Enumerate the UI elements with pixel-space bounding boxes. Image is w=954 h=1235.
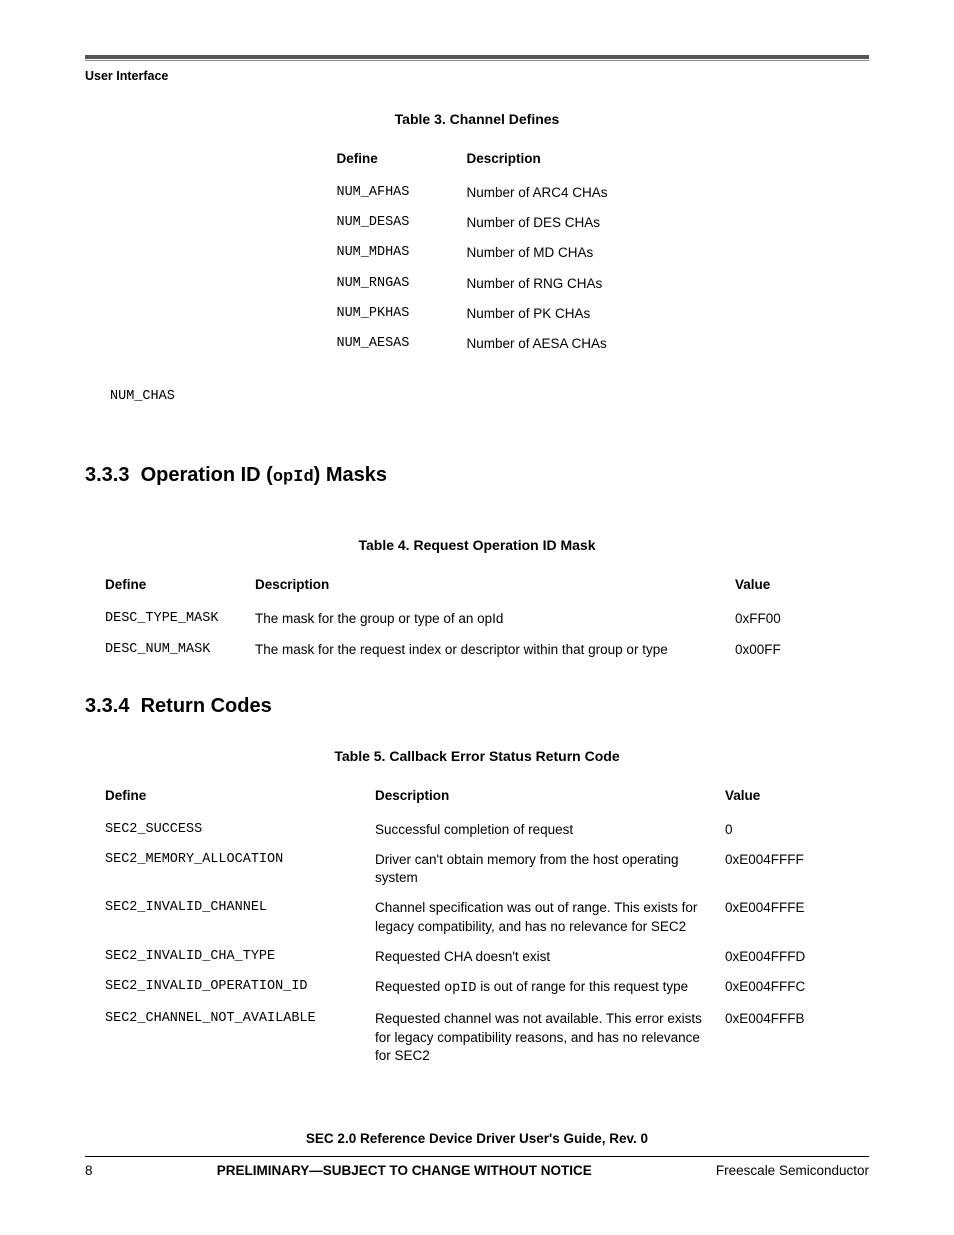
cell-desc: The mask for the request index or descri… (255, 635, 735, 665)
running-head: User Interface (85, 69, 869, 83)
table3-caption: Table 3. Channel Defines (85, 111, 869, 127)
footer-center: PRELIMINARY—SUBJECT TO CHANGE WITHOUT NO… (93, 1163, 716, 1178)
page-number: 8 (85, 1163, 93, 1178)
cell-desc: Requested opID is out of range for this … (375, 972, 725, 1004)
cell-desc: Driver can't obtain memory from the host… (375, 845, 725, 893)
table-row: NUM_PKHASNumber of PK CHAs (336, 299, 617, 329)
cell-define: NUM_DESAS (336, 208, 466, 238)
cell-define: SEC2_INVALID_CHA_TYPE (105, 942, 375, 972)
section-number: 3.3.3 (85, 464, 129, 486)
section-title-post: ) Masks (314, 464, 387, 486)
table4-header-define: Define (105, 571, 255, 604)
table5: Define Description Value SEC2_SUCCESSSuc… (105, 782, 815, 1071)
cell-value: 0xE004FFFF (725, 845, 815, 893)
table5-header-value: Value (725, 782, 815, 815)
table-row: SEC2_INVALID_CHA_TYPERequested CHA doesn… (105, 942, 815, 972)
cell-define: NUM_AFHAS (336, 178, 466, 208)
section-title-code: opId (273, 468, 314, 487)
cell-desc: Channel specification was out of range. … (375, 893, 725, 941)
cell-define: SEC2_MEMORY_ALLOCATION (105, 845, 375, 893)
cell-value: 0 (725, 815, 815, 845)
cell-desc: Number of RNG CHAs (466, 269, 617, 299)
cell-define: DESC_TYPE_MASK (105, 604, 255, 634)
table-row: NUM_MDHASNumber of MD CHAs (336, 238, 617, 268)
table5-caption: Table 5. Callback Error Status Return Co… (85, 748, 869, 764)
table-row: NUM_DESASNumber of DES CHAs (336, 208, 617, 238)
table4-header-desc: Description (255, 571, 735, 604)
cell-value: 0xE004FFFC (725, 972, 815, 1004)
table-row: SEC2_CHANNEL_NOT_AVAILABLERequested chan… (105, 1004, 815, 1071)
cell-define: SEC2_CHANNEL_NOT_AVAILABLE (105, 1004, 375, 1071)
table-row: SEC2_MEMORY_ALLOCATIONDriver can't obtai… (105, 845, 815, 893)
cell-define: SEC2_INVALID_CHANNEL (105, 893, 375, 941)
section-334-heading: 3.3.4 Return Codes (85, 695, 869, 718)
cell-define: NUM_PKHAS (336, 299, 466, 329)
table-row: NUM_RNGASNumber of RNG CHAs (336, 269, 617, 299)
cell-define: NUM_MDHAS (336, 238, 466, 268)
section-title: Return Codes (141, 695, 272, 717)
cell-desc: Number of DES CHAs (466, 208, 617, 238)
table3-header-desc: Description (466, 145, 617, 178)
cell-value: 0xFF00 (735, 604, 791, 634)
cell-value: 0xE004FFFD (725, 942, 815, 972)
table-row: NUM_AESASNumber of AESA CHAs (336, 329, 617, 359)
table-row: SEC2_INVALID_OPERATION_IDRequested opID … (105, 972, 815, 1004)
cell-desc: Requested channel was not available. Thi… (375, 1004, 725, 1071)
cell-desc: Number of AESA CHAs (466, 329, 617, 359)
table-row: DESC_NUM_MASKThe mask for the request in… (105, 635, 791, 665)
cell-value: 0xE004FFFB (725, 1004, 815, 1071)
table-row: DESC_TYPE_MASKThe mask for the group or … (105, 604, 791, 634)
table-row: SEC2_INVALID_CHANNELChannel specificatio… (105, 893, 815, 941)
cell-define: DESC_NUM_MASK (105, 635, 255, 665)
table-row: SEC2_SUCCESSSuccessful completion of req… (105, 815, 815, 845)
table4-caption: Table 4. Request Operation ID Mask (85, 537, 869, 553)
table3: Define Description NUM_AFHASNumber of AR… (336, 145, 617, 359)
cell-define: SEC2_SUCCESS (105, 815, 375, 845)
footer-right: Freescale Semiconductor (716, 1163, 869, 1178)
table5-header-desc: Description (375, 782, 725, 815)
section-number: 3.3.4 (85, 695, 129, 717)
cell-desc: Successful completion of request (375, 815, 725, 845)
section-333-heading: 3.3.3 Operation ID (opId) Masks (85, 464, 869, 487)
cell-define: NUM_AESAS (336, 329, 466, 359)
table5-header-define: Define (105, 782, 375, 815)
table4-header-value: Value (735, 571, 791, 604)
cell-desc: Number of MD CHAs (466, 238, 617, 268)
footer-rule: 8 PRELIMINARY—SUBJECT TO CHANGE WITHOUT … (85, 1156, 869, 1178)
cell-desc: Number of PK CHAs (466, 299, 617, 329)
cell-desc: Requested CHA doesn't exist (375, 942, 725, 972)
cell-desc: Number of ARC4 CHAs (466, 178, 617, 208)
cell-define: SEC2_INVALID_OPERATION_ID (105, 972, 375, 1004)
table4: Define Description Value DESC_TYPE_MASKT… (105, 571, 791, 664)
footer-doc-title: SEC 2.0 Reference Device Driver User's G… (85, 1131, 869, 1146)
cell-value: 0x00FF (735, 635, 791, 665)
table3-header-define: Define (336, 145, 466, 178)
section-title-pre: Operation ID ( (141, 464, 273, 486)
cell-desc: The mask for the group or type of an opI… (255, 604, 735, 634)
header-rule (85, 55, 869, 61)
cell-value: 0xE004FFFE (725, 893, 815, 941)
table-row: NUM_AFHASNumber of ARC4 CHAs (336, 178, 617, 208)
numchas-text: NUM_CHAS (110, 389, 869, 404)
cell-define: NUM_RNGAS (336, 269, 466, 299)
